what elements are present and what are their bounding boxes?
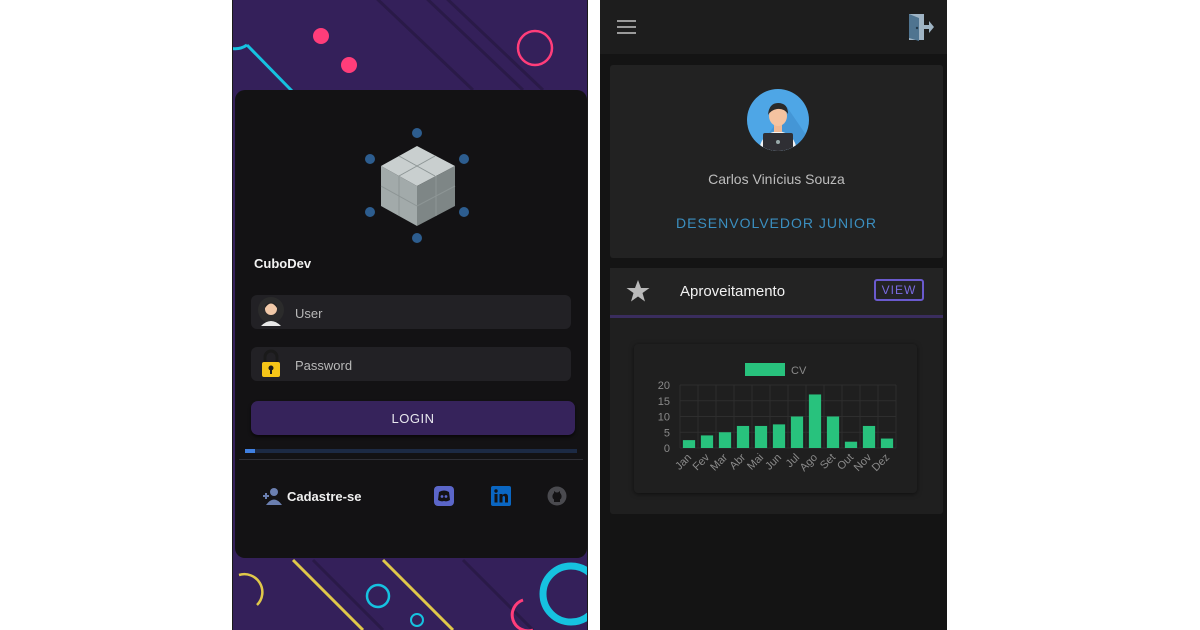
bar-ago (808, 394, 822, 448)
profile-card: Carlos Vinícius Souza DESENVOLVEDOR JUNI… (610, 65, 943, 258)
login-screen: CuboDev LOGIN (232, 0, 588, 630)
performance-chart: CV 0 5 10 15 20 Jan Fev Mar Abr Mai Jun Jul Ago Set Out… (634, 344, 917, 493)
performance-card: Aproveitamento VIEW CV 0 5 10 15 20 Jan Fev Mar A… (610, 268, 943, 514)
logout-door-icon[interactable] (906, 12, 934, 42)
app-header (600, 0, 947, 54)
x-tick-label: Out (835, 452, 856, 473)
user-field (251, 295, 571, 331)
loading-progress-fill (245, 449, 255, 453)
password-field (251, 347, 571, 383)
bar-jun (772, 424, 786, 448)
loading-progress-bar (245, 449, 577, 453)
bar-mar (718, 432, 732, 448)
x-tick-label: Mai (745, 452, 766, 473)
add-user-icon (263, 488, 282, 505)
x-tick-label: Nov (852, 451, 875, 474)
signup-link[interactable]: Cadastre-se (263, 487, 361, 505)
y-tick-label: 10 (658, 412, 670, 424)
bar-nov (862, 425, 876, 448)
x-tick-label: Jan (673, 452, 694, 473)
user-input[interactable] (293, 295, 557, 331)
performance-card-header: Aproveitamento VIEW (610, 268, 943, 318)
app-name: CuboDev (254, 256, 312, 271)
login-card: CuboDev LOGIN (235, 90, 587, 558)
bar-mai (754, 425, 768, 448)
bar-jul (790, 416, 804, 448)
login-button[interactable]: LOGIN (251, 401, 575, 435)
view-button[interactable]: VIEW (874, 279, 924, 301)
y-tick-label: 0 (664, 443, 670, 455)
divider (239, 459, 583, 460)
y-tick-label: 15 (658, 396, 670, 408)
user-avatar-icon (258, 297, 284, 326)
bar-abr (736, 425, 750, 448)
bar-fev (700, 435, 714, 448)
x-tick-label: Jun (763, 452, 784, 473)
linkedin-icon[interactable] (491, 486, 511, 506)
x-tick-label: Set (818, 452, 838, 472)
bar-jan (682, 440, 696, 448)
github-icon[interactable] (547, 486, 567, 506)
profile-role: DESENVOLVEDOR JUNIOR (676, 215, 877, 231)
star-icon (626, 280, 650, 302)
y-tick-label: 20 (658, 380, 670, 392)
hamburger-menu-icon[interactable] (617, 19, 637, 35)
cube-logo-icon (365, 128, 469, 243)
x-tick-label: Mar (708, 451, 730, 473)
x-tick-label: Fev (691, 451, 713, 473)
profile-name: Carlos Vinícius Souza (708, 171, 845, 187)
bar-out (844, 441, 858, 448)
dashboard-screen: Carlos Vinícius Souza DESENVOLVEDOR JUNI… (600, 0, 947, 630)
performance-title: Aproveitamento (680, 283, 786, 300)
x-tick-label: Ago (798, 452, 820, 474)
avatar (747, 89, 809, 151)
legend-swatch (745, 363, 785, 376)
signup-label: Cadastre-se (287, 488, 362, 504)
padlock-icon (262, 349, 280, 377)
y-tick-label: 5 (664, 427, 670, 439)
bar-set (826, 416, 840, 448)
x-tick-label: Dez (870, 452, 892, 474)
legend-label: CV (791, 365, 807, 377)
bar-dez (880, 438, 894, 448)
password-input[interactable] (293, 347, 557, 383)
bar-chart: CV05101520JanFevMarAbrMaiJun JulAgoSetOut… (658, 363, 897, 474)
x-tick-label: Abr (728, 451, 749, 472)
discord-icon[interactable] (434, 486, 454, 506)
